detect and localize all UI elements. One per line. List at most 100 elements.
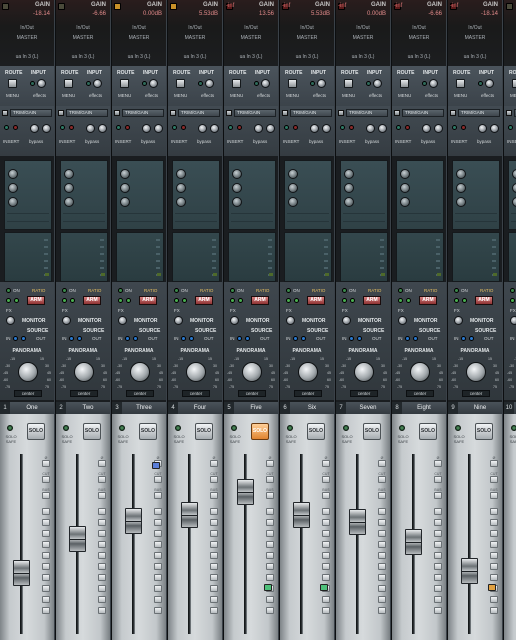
- source-in-led[interactable]: [461, 336, 466, 341]
- channel-name[interactable]: Two: [66, 402, 110, 414]
- gain-value[interactable]: 0.00dB: [143, 11, 162, 17]
- bus-slot[interactable]: [266, 596, 274, 603]
- center-button[interactable]: center: [294, 390, 322, 397]
- cut-button[interactable]: [434, 476, 442, 483]
- input-source[interactable]: ua In 3 (L): [112, 54, 166, 60]
- input-source[interactable]: ua In 3 (L): [336, 54, 390, 60]
- input-source[interactable]: ua In 3 (L): [280, 54, 334, 60]
- arm-button[interactable]: ARM: [195, 296, 213, 305]
- solo-button[interactable]: SOLO: [363, 423, 381, 440]
- pan-knob[interactable]: [242, 362, 262, 382]
- phase-button[interactable]: [98, 460, 106, 467]
- insert-slot-knob[interactable]: [400, 197, 410, 207]
- monitor-knob[interactable]: [6, 316, 15, 325]
- input-knob[interactable]: [429, 79, 438, 88]
- trim-gain-button[interactable]: TRIM/GAIN: [178, 109, 220, 117]
- bus-slot[interactable]: [378, 519, 386, 526]
- output-assign[interactable]: MASTER: [280, 35, 334, 41]
- bypass-knob[interactable]: [378, 124, 387, 133]
- arm-button[interactable]: ARM: [139, 296, 157, 305]
- bus-button[interactable]: [490, 492, 498, 499]
- input-knob[interactable]: [485, 79, 494, 88]
- bus-slot[interactable]: [98, 574, 106, 581]
- fader-handle[interactable]: [349, 509, 366, 536]
- bypass-knob[interactable]: [154, 124, 163, 133]
- fader-handle[interactable]: [293, 502, 310, 529]
- input-source[interactable]: ua In 3 (L): [392, 54, 446, 60]
- trim-toggle[interactable]: [394, 110, 400, 116]
- source-out-led[interactable]: [469, 336, 474, 341]
- bus-slot[interactable]: [490, 607, 498, 614]
- bus-slot[interactable]: [42, 552, 50, 559]
- pan-knob[interactable]: [186, 362, 206, 382]
- trim-gain-button[interactable]: TRIM/GAIN: [234, 109, 276, 117]
- insert-slot-knob[interactable]: [8, 169, 18, 179]
- insert-slot-knob[interactable]: [120, 169, 130, 179]
- bus-slot[interactable]: [378, 585, 386, 592]
- insert-slot-knob[interactable]: [232, 169, 242, 179]
- monitor-knob[interactable]: [342, 316, 351, 325]
- source-in-led[interactable]: [125, 336, 130, 341]
- bus-slot[interactable]: [42, 541, 50, 548]
- trim-toggle[interactable]: [506, 110, 512, 116]
- insert-slot-knob[interactable]: [120, 183, 130, 193]
- trim-gain-button[interactable]: TRIM/GAIN: [10, 109, 52, 117]
- insert-knob[interactable]: [366, 124, 375, 133]
- arm-button[interactable]: ARM: [27, 296, 45, 305]
- route-button[interactable]: [344, 79, 353, 88]
- pan-knob[interactable]: [354, 362, 374, 382]
- insert-slot-knob[interactable]: [120, 197, 130, 207]
- route-button[interactable]: [400, 79, 409, 88]
- trim-gain-button[interactable]: TRIM/GAIN: [122, 109, 164, 117]
- insert-slot-knob[interactable]: [176, 169, 186, 179]
- bus-button[interactable]: [322, 492, 330, 499]
- trim-toggle[interactable]: [450, 110, 456, 116]
- input-source[interactable]: ua In 3 (L): [168, 54, 222, 60]
- trim-toggle[interactable]: [170, 110, 176, 116]
- insert-knob[interactable]: [142, 124, 151, 133]
- source-in-led[interactable]: [69, 336, 74, 341]
- trim-gain-button[interactable]: TRIM/GAIN: [346, 109, 388, 117]
- bus-slot[interactable]: [322, 563, 330, 570]
- output-assign[interactable]: MASTER: [336, 35, 390, 41]
- bus-slot[interactable]: [98, 552, 106, 559]
- insert-slot-knob[interactable]: [288, 197, 298, 207]
- channel-name[interactable]: Seven: [346, 402, 390, 414]
- source-in-led[interactable]: [405, 336, 410, 341]
- bus-slot[interactable]: [434, 585, 442, 592]
- trim-toggle[interactable]: [338, 110, 344, 116]
- channel-name[interactable]: Eight: [402, 402, 446, 414]
- output-assign[interactable]: MASTER: [448, 35, 502, 41]
- bus-slot[interactable]: [322, 596, 330, 603]
- trim-toggle[interactable]: [282, 110, 288, 116]
- bus-slot[interactable]: [434, 552, 442, 559]
- input-knob[interactable]: [317, 79, 326, 88]
- center-button[interactable]: center: [462, 390, 490, 397]
- solo-safe-led[interactable]: [231, 425, 237, 431]
- source-out-led[interactable]: [133, 336, 138, 341]
- bus-slot[interactable]: [154, 596, 162, 603]
- bus-slot[interactable]: [42, 596, 50, 603]
- bus-slot[interactable]: [98, 596, 106, 603]
- fader-handle[interactable]: [181, 502, 198, 529]
- monitor-knob[interactable]: [118, 316, 127, 325]
- bus-slot[interactable]: [266, 574, 274, 581]
- bus-button[interactable]: [42, 492, 50, 499]
- bus-slot[interactable]: [210, 519, 218, 526]
- phase-button[interactable]: [42, 460, 50, 467]
- bus-slot[interactable]: [378, 541, 386, 548]
- insert-slot-knob[interactable]: [64, 183, 74, 193]
- channel-name[interactable]: Four: [178, 402, 222, 414]
- insert-slot-knob[interactable]: [288, 183, 298, 193]
- bus-slot[interactable]: [154, 508, 162, 515]
- bus-slot[interactable]: [210, 530, 218, 537]
- bus-slot[interactable]: [42, 585, 50, 592]
- arm-button[interactable]: ARM: [251, 296, 269, 305]
- input-knob[interactable]: [149, 79, 158, 88]
- insert-slot-knob[interactable]: [288, 169, 298, 179]
- insert-slot-knob[interactable]: [64, 197, 74, 207]
- solo-safe-led[interactable]: [7, 425, 13, 431]
- pan-knob[interactable]: [466, 362, 486, 382]
- arm-button[interactable]: ARM: [307, 296, 325, 305]
- input-knob[interactable]: [93, 79, 102, 88]
